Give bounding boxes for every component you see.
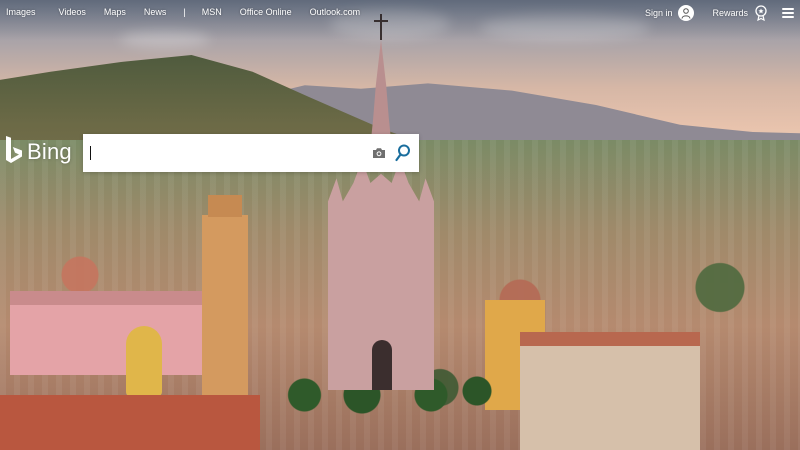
nav-link-images[interactable]: Images (6, 7, 36, 17)
white-building (520, 332, 700, 450)
red-rooftops (0, 395, 260, 450)
nav-links: Images Videos Maps News | MSN Office Onl… (6, 7, 360, 17)
bell-tower (202, 195, 248, 405)
hamburger-icon[interactable] (782, 8, 794, 18)
nav-link-news[interactable]: News (144, 7, 167, 17)
rewards-link[interactable]: Rewards (712, 8, 748, 18)
top-bar: Images Videos Maps News | MSN Office Onl… (0, 0, 800, 26)
nav-link-outlook[interactable]: Outlook.com (310, 7, 361, 17)
search-input[interactable] (83, 134, 371, 172)
medal-icon[interactable] (754, 5, 768, 21)
text-caret (90, 146, 91, 160)
nav-link-msn[interactable]: MSN (202, 7, 222, 17)
yellow-dome (126, 326, 162, 396)
pink-building (10, 291, 210, 375)
background-image (0, 0, 800, 450)
bing-logo[interactable]: Bing (4, 134, 72, 170)
account-bar: Sign in Rewards (645, 3, 794, 23)
bing-b-icon (6, 136, 22, 163)
sign-in-link[interactable]: Sign in (645, 8, 673, 18)
nav-link-videos[interactable]: Videos (59, 7, 86, 17)
nav-link-office-online[interactable]: Office Online (240, 7, 292, 17)
person-icon[interactable] (678, 5, 695, 21)
camera-icon[interactable] (371, 145, 387, 161)
search-icon[interactable] (393, 143, 413, 163)
nav-link-maps[interactable]: Maps (104, 7, 126, 17)
bing-logo-text: Bing (27, 139, 72, 164)
nav-separator: | (183, 7, 186, 17)
search-box (83, 134, 419, 172)
